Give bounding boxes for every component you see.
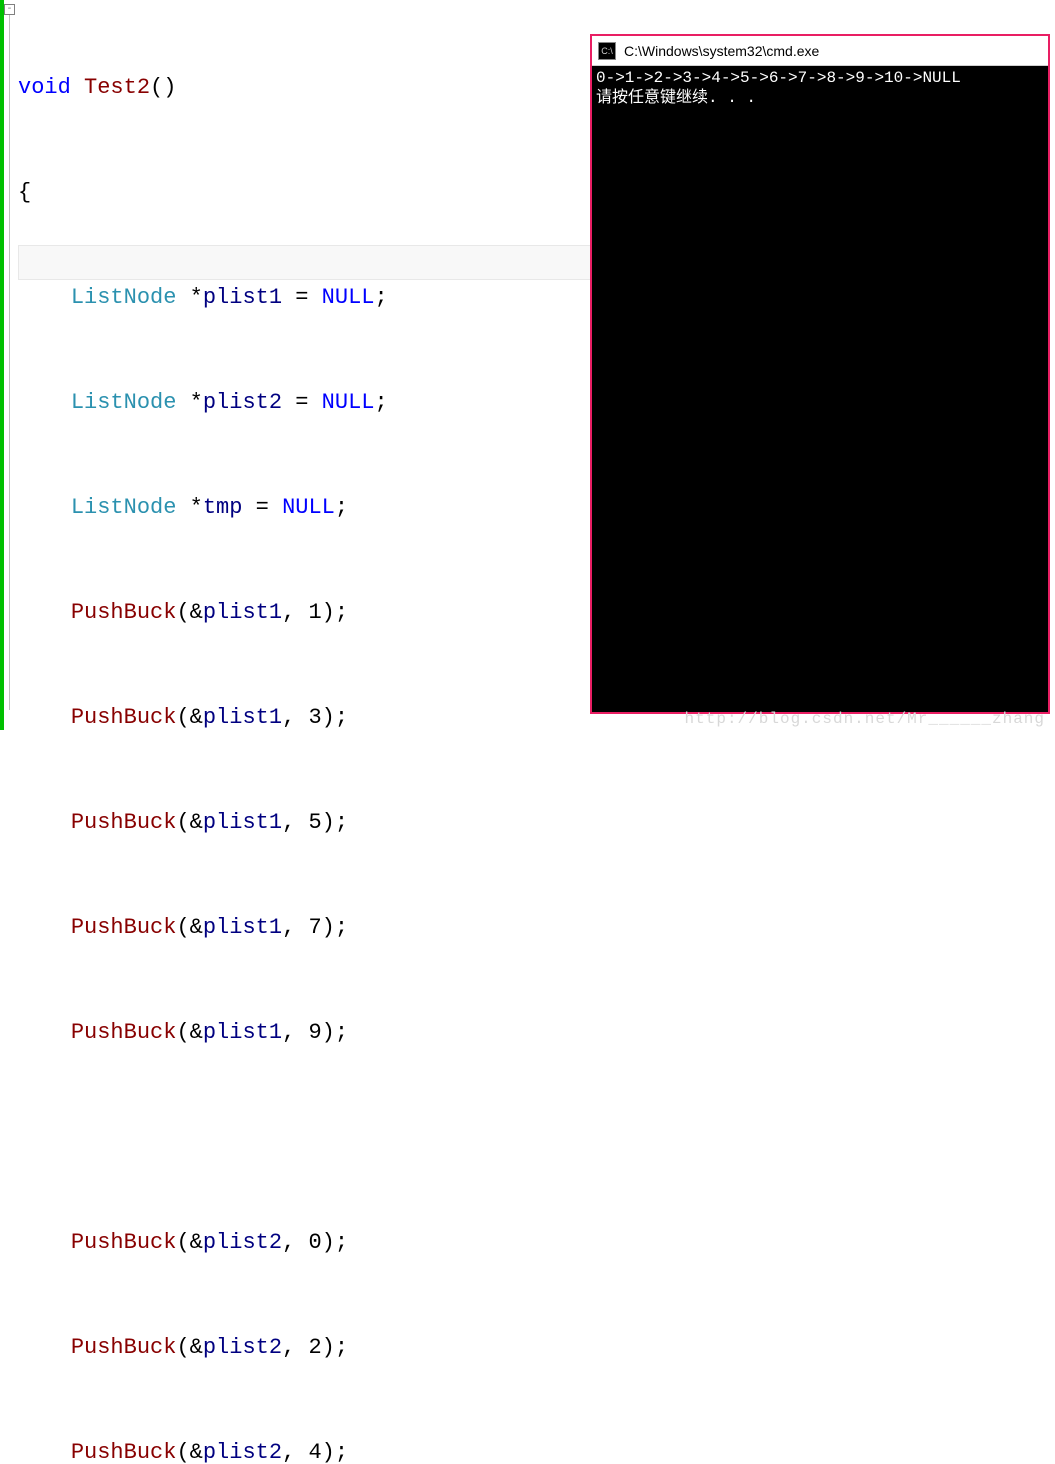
fold-toggle-icon[interactable]: - xyxy=(4,4,15,15)
code-line: PushBuck(&plist1, 3); xyxy=(18,700,507,735)
keyword-void: void xyxy=(18,75,71,100)
code-line: { xyxy=(18,175,507,210)
parens: () xyxy=(150,75,176,100)
console-output[interactable]: 0->1->2->3->4->5->6->7->8->9->10->NULL 请… xyxy=(592,66,1048,712)
variable: plist2 xyxy=(203,390,282,415)
code-line: ListNode *plist2 = NULL; xyxy=(18,385,507,420)
console-title: C:\Windows\system32\cmd.exe xyxy=(624,43,819,59)
type-name: ListNode xyxy=(71,495,177,520)
console-window[interactable]: C:\ C:\Windows\system32\cmd.exe 0->1->2-… xyxy=(590,34,1050,714)
function-call: PushBuck xyxy=(71,810,177,835)
code-line: ListNode *plist1 = NULL; xyxy=(18,280,507,315)
function-call: PushBuck xyxy=(71,915,177,940)
code-line: PushBuck(&plist1, 5); xyxy=(18,805,507,840)
code-line: void Test2() xyxy=(18,70,507,105)
function-call: PushBuck xyxy=(71,1335,177,1360)
code-line: PushBuck(&plist1, 7); xyxy=(18,910,507,945)
code-line-blank xyxy=(18,1120,507,1155)
type-name: ListNode xyxy=(71,285,177,310)
null-keyword: NULL xyxy=(282,495,335,520)
console-titlebar[interactable]: C:\ C:\Windows\system32\cmd.exe xyxy=(592,36,1048,66)
type-name: ListNode xyxy=(71,390,177,415)
null-keyword: NULL xyxy=(322,390,375,415)
cmd-icon: C:\ xyxy=(598,42,616,60)
function-call: PushBuck xyxy=(71,600,177,625)
variable: tmp xyxy=(203,495,243,520)
change-marker-bar xyxy=(0,0,4,730)
function-call: PushBuck xyxy=(71,1020,177,1045)
code-line: PushBuck(&plist2, 0); xyxy=(18,1225,507,1260)
function-call: PushBuck xyxy=(71,705,177,730)
fold-guide-line xyxy=(9,15,10,710)
watermark-text: http://blog.csdn.net/Mr______zhang xyxy=(685,710,1045,728)
open-brace: { xyxy=(18,180,31,205)
console-output-line: 0->1->2->3->4->5->6->7->8->9->10->NULL xyxy=(596,68,1044,88)
code-line: ListNode *tmp = NULL; xyxy=(18,490,507,525)
function-call: PushBuck xyxy=(71,1230,177,1255)
function-name: Test2 xyxy=(84,75,150,100)
code-line: PushBuck(&plist1, 9); xyxy=(18,1015,507,1050)
console-output-line: 请按任意键继续. . . xyxy=(596,88,1044,108)
code-text[interactable]: void Test2() { ListNode *plist1 = NULL; … xyxy=(18,0,507,1464)
null-keyword: NULL xyxy=(322,285,375,310)
code-line: PushBuck(&plist2, 4); xyxy=(18,1435,507,1464)
function-call: PushBuck xyxy=(71,1440,177,1464)
code-line: PushBuck(&plist2, 2); xyxy=(18,1330,507,1365)
variable: plist1 xyxy=(203,285,282,310)
code-line: PushBuck(&plist1, 1); xyxy=(18,595,507,630)
